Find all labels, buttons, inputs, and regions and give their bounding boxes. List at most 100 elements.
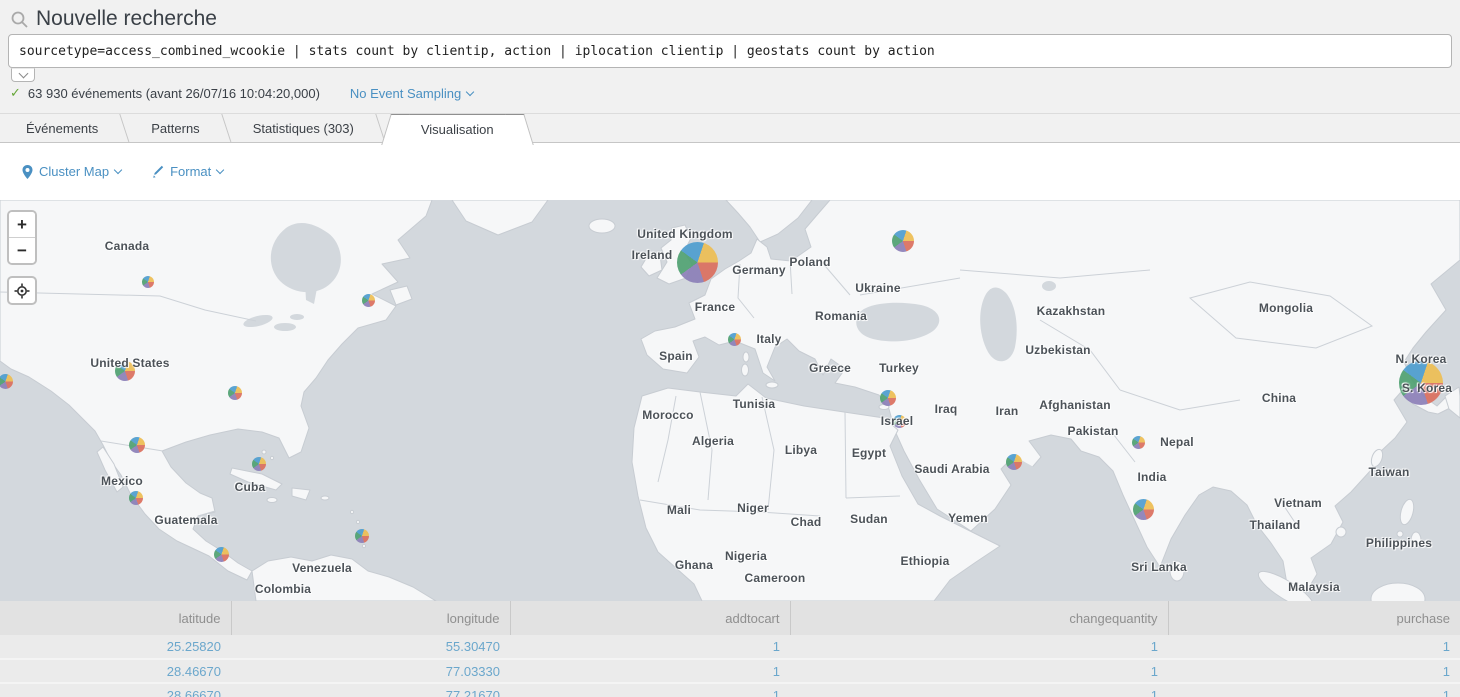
column-header-addtocart[interactable]: addtocart — [510, 601, 790, 635]
map-country-label: Romania — [815, 309, 867, 323]
pie-chart-marker[interactable] — [355, 529, 369, 543]
map-country-label: Malaysia — [1288, 580, 1340, 594]
table-cell[interactable]: 1 — [510, 635, 790, 659]
map-country-label: Pakistan — [1068, 424, 1119, 438]
map-country-label: Taiwan — [1369, 465, 1410, 479]
status-row: ✓ 63 930 événements (avant 26/07/16 10:0… — [0, 68, 1460, 101]
map-country-label: Spain — [659, 349, 693, 363]
map-country-label: China — [1262, 391, 1296, 405]
map-country-label: Iran — [996, 404, 1019, 418]
map-country-label: Nigeria — [725, 549, 767, 563]
pie-chart-marker[interactable] — [677, 242, 718, 283]
tab-patterns[interactable]: Patterns — [125, 114, 225, 143]
table-cell[interactable]: 1 — [790, 635, 1168, 659]
pie-chart-marker[interactable] — [228, 386, 242, 400]
table-header-row: latitudelongitudeaddtocartchangequantity… — [0, 601, 1460, 635]
table-cell[interactable]: 1 — [1168, 659, 1460, 683]
tab-visualization[interactable]: Visualisation — [395, 114, 520, 143]
cluster-map[interactable]: Canada United States Mexico Cuba Guatemala Ve… — [0, 200, 1460, 601]
format-label: Format — [170, 164, 211, 179]
zoom-in-button[interactable]: + — [9, 212, 35, 238]
table-cell[interactable]: 1 — [510, 659, 790, 683]
pie-chart-marker[interactable] — [214, 547, 229, 562]
map-country-label: Turkey — [879, 361, 919, 375]
search-query-input[interactable]: sourcetype=access_combined_wcookie | sta… — [8, 34, 1452, 68]
tab-events[interactable]: Événements — [0, 114, 124, 143]
viz-type-label: Cluster Map — [39, 164, 109, 179]
viz-type-dropdown[interactable]: Cluster Map — [22, 164, 121, 179]
map-locate-button[interactable] — [7, 276, 37, 305]
search-expand-toggle[interactable] — [11, 68, 35, 82]
table-cell[interactable]: 55.30470 — [231, 635, 510, 659]
event-sampling-dropdown[interactable]: No Event Sampling — [350, 86, 473, 101]
map-country-label: Saudi Arabia — [914, 462, 989, 476]
map-country-label: Philippines — [1366, 536, 1432, 550]
table-cell[interactable]: 1 — [1168, 635, 1460, 659]
map-country-label: Kazakhstan — [1037, 304, 1106, 318]
table-cell[interactable]: 1 — [790, 683, 1168, 697]
pie-chart-marker[interactable] — [129, 437, 145, 453]
map-country-label: Chad — [791, 515, 822, 529]
pie-chart-marker[interactable] — [0, 374, 13, 389]
pie-chart-marker[interactable] — [362, 294, 375, 307]
chevron-down-icon — [18, 69, 28, 79]
pie-chart-marker[interactable] — [880, 390, 896, 406]
map-country-label: Guatemala — [154, 513, 217, 527]
map-pin-icon — [22, 165, 33, 179]
chevron-down-icon — [466, 87, 474, 95]
map-country-label: Sri Lanka — [1131, 560, 1187, 574]
column-header-changequantity[interactable]: changequantity — [790, 601, 1168, 635]
pie-chart-marker[interactable] — [142, 276, 154, 288]
world-map — [0, 200, 1460, 601]
job-done-check-icon: ✓ — [10, 85, 21, 101]
map-country-label: Cuba — [235, 480, 266, 494]
table-row: 25.2582055.30470111 — [0, 635, 1460, 659]
search-header: Nouvelle recherche sourcetype=access_com… — [0, 0, 1460, 114]
map-country-label: Colombia — [255, 582, 311, 596]
map-country-label: Mexico — [101, 474, 143, 488]
pie-chart-marker[interactable] — [1006, 454, 1022, 470]
table-cell[interactable]: 77.21670 — [231, 683, 510, 697]
map-country-label: Venezuela — [292, 561, 352, 575]
map-country-label: Mongolia — [1259, 301, 1313, 315]
table-cell[interactable]: 28.66670 — [0, 683, 231, 697]
map-country-label: S. Korea — [1402, 381, 1452, 395]
map-country-label: Canada — [105, 239, 150, 253]
pie-chart-marker[interactable] — [1133, 499, 1154, 520]
tab-statistics[interactable]: Statistiques (303) — [227, 114, 380, 143]
zoom-out-button[interactable]: − — [9, 238, 35, 263]
chevron-down-icon — [114, 166, 122, 174]
table-cell[interactable]: 25.25820 — [0, 635, 231, 659]
map-country-label: Israel — [881, 414, 914, 428]
pie-chart-marker[interactable] — [252, 457, 266, 471]
paintbrush-icon — [151, 165, 164, 178]
pie-chart-marker[interactable] — [1132, 436, 1145, 449]
pie-chart-marker[interactable] — [728, 333, 741, 346]
pie-chart-marker[interactable] — [892, 230, 914, 252]
map-country-label: Tunisia — [733, 397, 776, 411]
table-row: 28.4667077.03330111 — [0, 659, 1460, 683]
column-header-longitude[interactable]: longitude — [231, 601, 510, 635]
column-header-purchase[interactable]: purchase — [1168, 601, 1460, 635]
map-country-label: India — [1137, 470, 1166, 484]
table-cell[interactable]: 77.03330 — [231, 659, 510, 683]
map-country-label: Poland — [789, 255, 830, 269]
table-cell[interactable]: 1 — [1168, 683, 1460, 697]
map-country-label: Yemen — [948, 511, 988, 525]
map-country-label: Nepal — [1160, 435, 1194, 449]
format-dropdown[interactable]: Format — [151, 164, 223, 179]
column-header-latitude[interactable]: latitude — [0, 601, 231, 635]
table-cell[interactable]: 1 — [790, 659, 1168, 683]
crosshair-icon — [14, 283, 30, 299]
table-cell[interactable]: 28.46670 — [0, 659, 231, 683]
map-country-label: Iraq — [935, 402, 958, 416]
pie-chart-marker[interactable] — [129, 491, 143, 505]
title-row: Nouvelle recherche — [0, 0, 1460, 34]
map-country-label: Ghana — [675, 558, 713, 572]
map-country-label: United States — [90, 356, 169, 370]
map-country-label: Thailand — [1250, 518, 1301, 532]
table-row: 28.6667077.21670111 — [0, 683, 1460, 697]
table-body: 25.2582055.3047011128.4667077.0333011128… — [0, 635, 1460, 697]
table-cell[interactable]: 1 — [510, 683, 790, 697]
viz-toolbar: Cluster Map Format — [0, 143, 1460, 200]
